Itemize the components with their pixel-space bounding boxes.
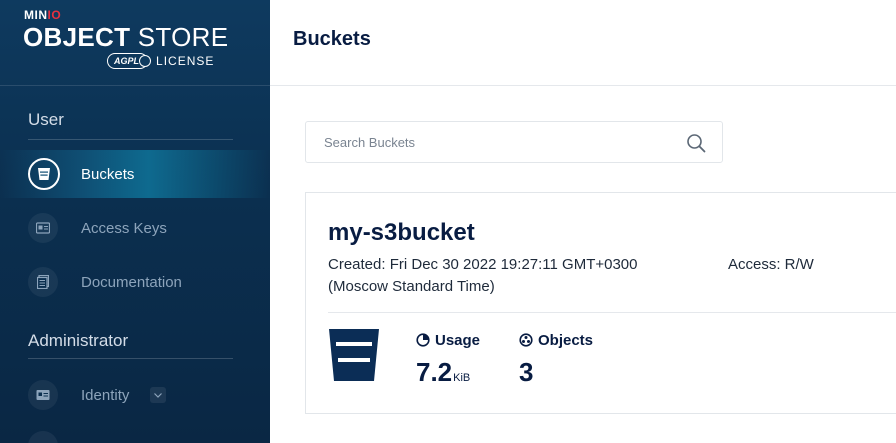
usage-stat: Usage 7.2KiB (416, 331, 480, 388)
identity-icon (28, 380, 58, 410)
usage-number: 7.2 (416, 357, 453, 387)
objects-value: 3 (519, 357, 534, 387)
brand-suffix: IO (47, 8, 62, 22)
sidebar-item-label: Identity (81, 386, 130, 404)
bucket-icon (329, 329, 379, 381)
bucket-name[interactable]: my-s3bucket (328, 219, 475, 247)
chevron-down-icon[interactable] (150, 387, 166, 403)
section-divider (28, 358, 233, 359)
license-line: AGPL LICENSE (107, 52, 214, 70)
sidebar-item-buckets[interactable]: Buckets (0, 150, 270, 198)
page-title: Buckets (293, 28, 371, 50)
usage-unit: KiB (453, 372, 471, 384)
product-title-light: STORE (130, 22, 229, 52)
license-text: LICENSE (156, 54, 215, 68)
product-title-bold: OBJECT (23, 22, 131, 52)
sidebar-item-partial-icon (28, 431, 58, 443)
sidebar-item-label: Buckets (81, 165, 135, 183)
section-divider (28, 139, 233, 140)
objects-label: Objects (538, 331, 594, 349)
pie-chart-icon (416, 333, 430, 347)
brand-prefix: MIN (24, 8, 48, 22)
sidebar-item-label: Documentation (81, 273, 182, 291)
usage-value: 7.2KiB (416, 357, 480, 388)
sidebar-item-label: Access Keys (81, 219, 167, 237)
brand-name: MINIO (24, 8, 61, 22)
search-icon[interactable] (686, 133, 706, 153)
bucket-created-date: Created: Fri Dec 30 2022 19:27:11 GMT+03… (328, 256, 638, 295)
page-header: Buckets (270, 0, 896, 86)
document-icon (28, 267, 58, 297)
objects-stat: Objects 3 (519, 331, 593, 388)
sidebar: MINIO OBJECT STORE AGPL LICENSE User Buc… (0, 0, 270, 443)
section-label-administrator: Administrator (28, 331, 129, 350)
logo: MINIO OBJECT STORE AGPL LICENSE (0, 0, 270, 86)
card-divider (328, 312, 896, 313)
product-title: OBJECT STORE (23, 22, 228, 53)
agpl-badge: AGPL (107, 53, 152, 69)
sidebar-item-identity[interactable]: Identity (0, 371, 270, 419)
usage-label: Usage (435, 331, 481, 349)
search-bar (305, 121, 723, 163)
section-label-user: User (28, 110, 64, 129)
sidebar-item-access-keys[interactable]: Access Keys (0, 204, 270, 252)
bucket-icon (28, 158, 60, 190)
id-card-icon (28, 213, 58, 243)
search-input[interactable] (306, 122, 684, 162)
bucket-card[interactable]: my-s3bucket Created: Fri Dec 30 2022 19:… (305, 192, 896, 414)
objects-icon (519, 333, 533, 347)
sidebar-item-documentation[interactable]: Documentation (0, 258, 270, 306)
bucket-access: Access: R/W (728, 256, 814, 273)
